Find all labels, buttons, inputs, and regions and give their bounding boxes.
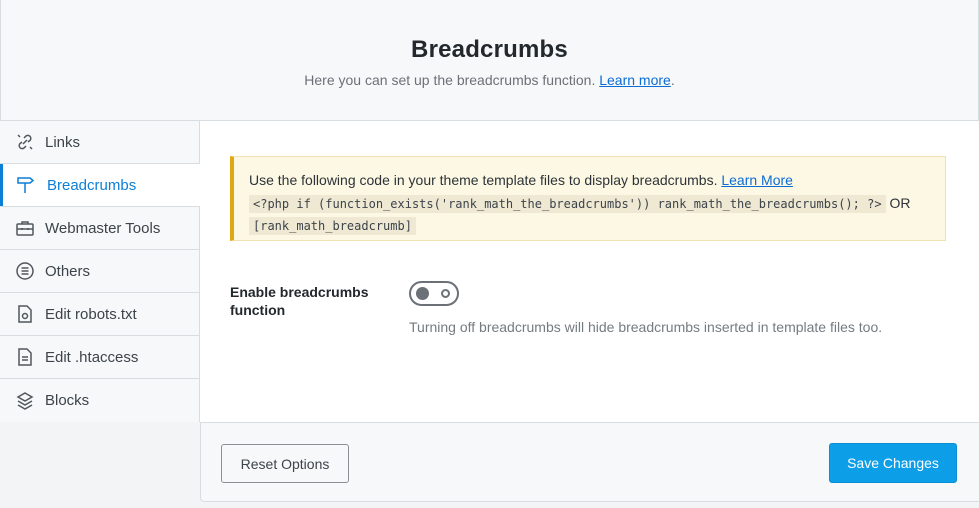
toolbox-icon	[14, 217, 36, 239]
page-title: Breadcrumbs	[411, 36, 568, 63]
save-changes-button[interactable]: Save Changes	[829, 443, 957, 483]
notice-line-1: Use the following code in your theme tem…	[249, 170, 945, 191]
sidebar-item-label: Links	[45, 133, 81, 151]
blocks-icon	[14, 390, 36, 412]
sidebar-item-webmaster-tools[interactable]: Webmaster Tools	[0, 207, 199, 250]
notice-text: Use the following code in your theme tem…	[249, 172, 718, 188]
shortcode-snippet: [rank_math_breadcrumb]	[249, 217, 416, 235]
sidebar-item-label: Blocks	[45, 392, 90, 409]
enable-breadcrumbs-label: Enable breadcrumbs function	[230, 284, 369, 318]
settings-footer: Reset Options Save Changes	[200, 422, 979, 502]
settings-sidebar: Links Breadcrumbs Webmaster Tools Others…	[0, 121, 200, 422]
sidebar-item-label: Edit robots.txt	[45, 305, 137, 323]
sidebar-item-links[interactable]: Links	[0, 121, 199, 164]
php-code-snippet: <?php if (function_exists('rank_math_the…	[249, 195, 886, 213]
sidebar-item-breadcrumbs[interactable]: Breadcrumbs	[0, 164, 200, 207]
toggle-off-indicator	[441, 289, 450, 298]
subtitle-text: Here you can set up the breadcrumbs func…	[304, 72, 596, 88]
sidebar-item-edit-htaccess[interactable]: Edit .htaccess	[0, 336, 199, 379]
sidebar-item-label: Breadcrumbs	[47, 176, 137, 194]
list-circle-icon	[14, 260, 36, 282]
file-icon	[14, 303, 36, 325]
document-icon	[14, 346, 36, 368]
page-header: Breadcrumbs Here you can set up the brea…	[0, 0, 979, 121]
enable-breadcrumbs-toggle[interactable]	[409, 281, 459, 306]
sidebar-item-edit-robots[interactable]: Edit robots.txt	[0, 293, 199, 336]
sidebar-item-label: Others	[45, 262, 91, 280]
settings-panel: Use the following code in your theme tem…	[200, 121, 979, 422]
notice-line-3: [rank_math_breadcrumb]	[249, 215, 945, 237]
subtitle-period: .	[670, 72, 675, 88]
notice-or: OR	[889, 195, 911, 211]
notice-line-2: <?php if (function_exists('rank_math_the…	[249, 193, 945, 215]
learn-more-link[interactable]: Learn more	[599, 72, 671, 88]
breadcrumbs-code-notice: Use the following code in your theme tem…	[230, 156, 946, 241]
sidebar-item-label: Edit .htaccess	[45, 348, 139, 366]
sidebar-item-others[interactable]: Others	[0, 250, 199, 293]
footer-spacer	[0, 422, 200, 508]
page-subtitle: Here you can set up the breadcrumbs func…	[1, 72, 978, 88]
notice-learn-more-link[interactable]: Learn More	[721, 172, 793, 188]
enable-breadcrumbs-description: Turning off breadcrumbs will hide breadc…	[409, 319, 883, 335]
sidebar-item-label: Webmaster Tools	[45, 219, 161, 237]
signpost-icon	[14, 174, 36, 196]
toggle-knob	[416, 287, 429, 300]
link-icon	[14, 131, 36, 153]
sidebar-item-blocks[interactable]: Blocks	[0, 379, 199, 422]
reset-options-button[interactable]: Reset Options	[221, 444, 349, 483]
